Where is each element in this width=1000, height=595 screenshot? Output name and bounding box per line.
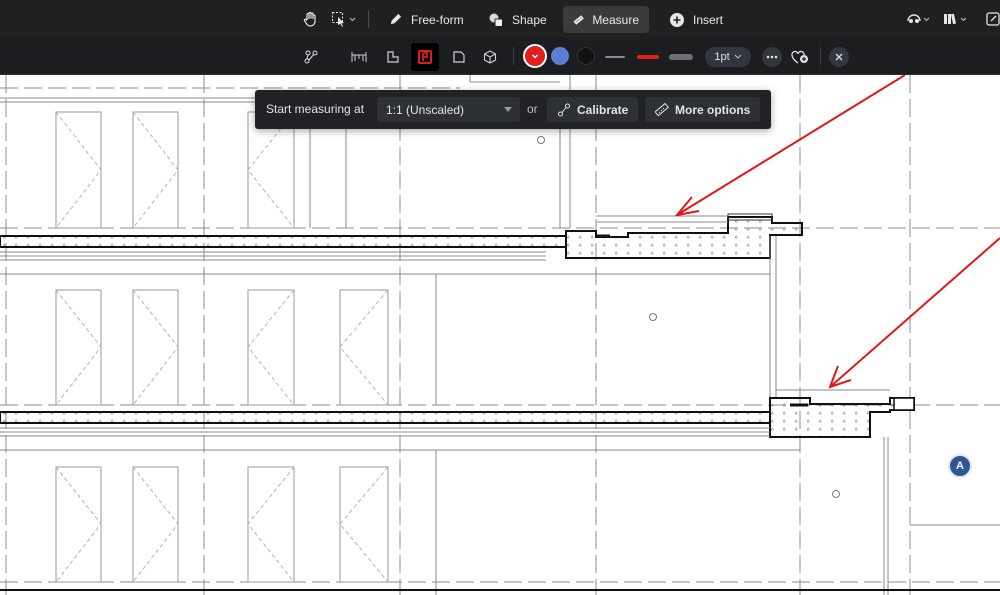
more-options-button[interactable]: More options <box>645 97 761 122</box>
color-black-swatch[interactable] <box>577 47 595 65</box>
toolbar-separator <box>513 47 514 65</box>
markup-badge-label: A <box>956 460 964 472</box>
scale-value: 1:1 (Unscaled) <box>386 102 465 117</box>
chevron-down-icon <box>532 54 538 59</box>
start-measuring-label: Start measuring at <box>266 102 365 116</box>
color-red-swatch[interactable] <box>523 44 547 68</box>
select-tool-icon[interactable] <box>330 7 358 31</box>
stroke-thin-option[interactable] <box>605 56 625 58</box>
toolbar-separator <box>820 47 821 65</box>
shape-icon <box>489 13 503 27</box>
chevron-down-icon <box>734 54 742 59</box>
line-weight-dropdown[interactable]: 1pt <box>705 47 751 67</box>
measure-label: Measure <box>592 12 639 27</box>
plus-circle-icon <box>670 12 684 27</box>
free-form-button[interactable]: Free-form <box>378 6 474 33</box>
reader-view-icon[interactable] <box>905 7 933 31</box>
caret-down-icon <box>504 107 512 112</box>
stroke-red-option[interactable] <box>637 55 659 59</box>
perimeter-tool-icon[interactable] <box>381 45 405 69</box>
distance-tool-icon[interactable] <box>299 45 323 69</box>
add-favorite-icon[interactable] <box>788 45 812 69</box>
close-icon[interactable] <box>829 47 849 67</box>
ruler-icon <box>655 102 669 116</box>
ruler-icon <box>573 14 584 25</box>
main-toolbar: Free-form Shape Measure Insert <box>0 0 1000 38</box>
architectural-plan <box>0 74 1000 595</box>
shape-button[interactable]: Shape <box>478 6 557 33</box>
more-icon[interactable] <box>762 47 782 67</box>
measure-toolbar: 1pt <box>0 38 1000 75</box>
shape-label: Shape <box>512 12 547 27</box>
hand-tool-icon[interactable] <box>300 7 320 31</box>
line-weight-value: 1pt <box>714 51 730 63</box>
insert-label: Insert <box>693 12 724 27</box>
markup-badge[interactable]: A <box>948 454 972 478</box>
free-form-label: Free-form <box>411 12 464 27</box>
more-options-label: More options <box>675 102 751 117</box>
measure-button[interactable]: Measure <box>563 6 649 33</box>
area-tool-icon[interactable] <box>411 43 439 71</box>
edit-icon[interactable] <box>985 7 1000 31</box>
pen-icon <box>390 13 402 25</box>
calibrate-icon <box>558 103 570 116</box>
insert-button[interactable]: Insert <box>659 6 733 33</box>
or-label: or <box>527 102 538 116</box>
scale-dropdown[interactable]: 1:1 (Unscaled) <box>377 97 520 122</box>
measure-popover: Start measuring at 1:1 (Unscaled) or Cal… <box>255 90 771 129</box>
calibrate-button[interactable]: Calibrate <box>547 97 639 122</box>
volume-tool-icon[interactable] <box>478 45 502 69</box>
calibrate-label: Calibrate <box>577 102 629 117</box>
toolbar-separator <box>368 10 369 28</box>
library-icon[interactable] <box>942 7 970 31</box>
dimension-tool-icon[interactable] <box>347 45 371 69</box>
drawing-canvas[interactable]: A <box>0 74 1000 595</box>
color-blue-swatch[interactable] <box>551 47 569 65</box>
polygon-area-tool-icon[interactable] <box>447 45 471 69</box>
stroke-thick-option[interactable] <box>669 54 693 60</box>
